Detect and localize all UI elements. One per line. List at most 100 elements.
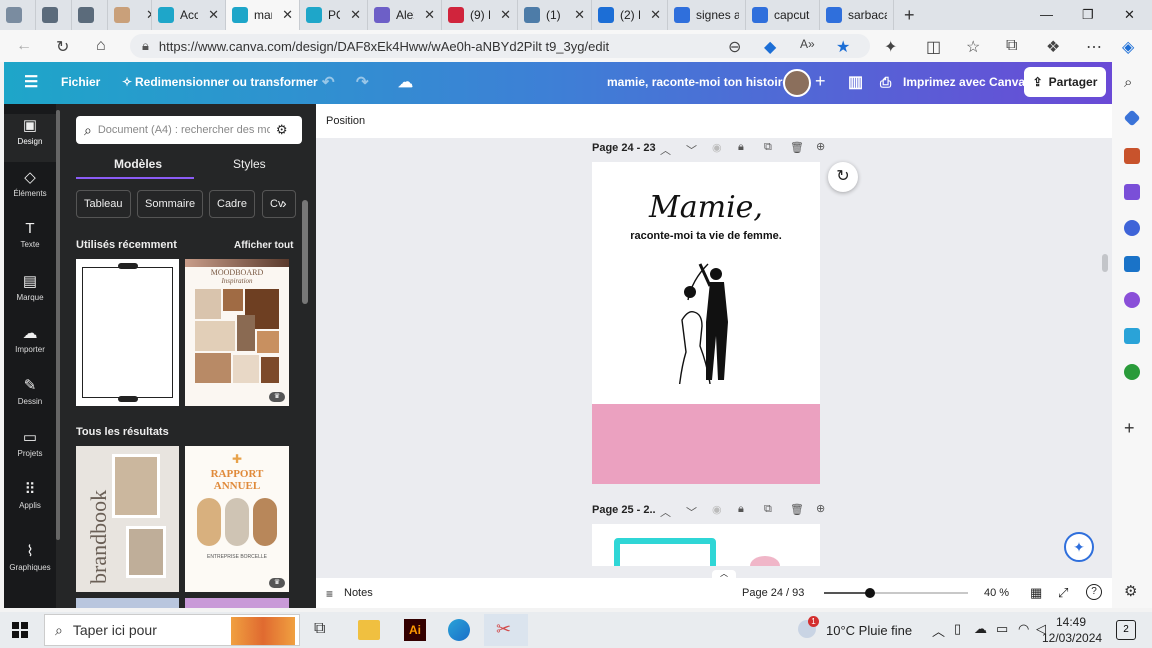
chevron-down-icon[interactable]: ﹀ [686, 142, 697, 158]
weather-text[interactable]: 10°C Pluie fine [826, 623, 912, 638]
sidebar-tree-icon[interactable] [1124, 364, 1140, 380]
sidebar-add-icon[interactable]: + [1124, 418, 1135, 439]
tray-device-icon[interactable]: ▯ [954, 621, 961, 637]
template-brandbook[interactable]: brandbook [76, 446, 179, 592]
grid-view-icon[interactable]: ▦ [1030, 585, 1042, 601]
rail-item-projets[interactable]: ▭ Projets [4, 426, 56, 474]
task-view-icon[interactable]: ⧉ [314, 620, 325, 638]
rail-item-importer[interactable]: ☁ Importer [4, 322, 56, 370]
browser-tab[interactable]: (1) Offre ✕ [518, 0, 592, 30]
add-page-icon[interactable]: ⊕ [816, 140, 825, 153]
rail-item-applis[interactable]: ⠿ Applis [4, 478, 56, 526]
performance-icon[interactable]: ❖ [1046, 37, 1060, 57]
extensions-icon[interactable]: ✦ [884, 37, 897, 57]
duplicate-page-icon[interactable]: ⧉ [764, 503, 772, 516]
cloud-save-icon[interactable]: ☁ [398, 73, 413, 91]
close-tab-icon[interactable]: ✕ [424, 7, 435, 23]
recent-template-blank-frame[interactable] [76, 259, 179, 406]
close-tab-icon[interactable]: ✕ [350, 7, 361, 23]
rail-item-texte[interactable]: T Texte [4, 218, 56, 266]
document-title[interactable]: mamie, raconte-moi ton histoire [607, 75, 789, 89]
script-title[interactable]: Mamie, [592, 190, 820, 225]
rail-item-design[interactable]: ▣ Design [4, 114, 56, 162]
cyan-frame[interactable] [614, 538, 716, 566]
sidebar-search-icon[interactable]: ⌕ [1124, 74, 1132, 91]
refresh-page-icon[interactable]: ↻ [828, 162, 858, 192]
expand-pages-handle[interactable]: ︿ [712, 570, 736, 578]
filter-icon[interactable]: ⚙ [276, 122, 288, 138]
template-thumb-partial[interactable] [185, 598, 289, 608]
page24-label[interactable]: Page 24 - 23 [592, 142, 656, 154]
browser-tab[interactable]: (2) Faceb ✕ [592, 0, 668, 30]
close-tab-icon[interactable]: ✕ [282, 7, 293, 23]
chip-tableau[interactable]: Tableau [76, 190, 131, 218]
delete-page-icon[interactable]: 🗑︎ [790, 141, 804, 154]
sidebar-tools-icon[interactable] [1124, 148, 1140, 164]
delete-page-icon[interactable]: 🗑︎ [790, 503, 804, 516]
clock-date[interactable]: 12/03/2024 [1042, 631, 1102, 645]
favorites-icon[interactable]: ☆ [966, 37, 980, 57]
address-bar[interactable]: 🔒︎ https://www.canva.com/design/DAF8xEk4… [130, 34, 870, 58]
magic-assistant-icon[interactable]: ✦ [1064, 532, 1094, 562]
undo-icon[interactable]: ↶ [322, 73, 335, 91]
browser-tab[interactable]: Mai✕ [108, 0, 152, 30]
chip-cv[interactable]: Cv [262, 190, 296, 218]
back-icon[interactable]: ← [16, 37, 32, 55]
subtitle[interactable]: raconte-moi ta vie de femme. [592, 230, 820, 242]
chevron-right-icon[interactable]: › [282, 195, 287, 211]
tab-styles[interactable]: Styles [233, 157, 266, 171]
canvas-scrollbar[interactable] [1102, 148, 1108, 572]
add-page-icon[interactable]: ⊕ [816, 502, 825, 515]
edge-browser-icon[interactable] [448, 619, 470, 641]
browser-tab[interactable]: Alex ✕ [368, 0, 442, 30]
restore-icon[interactable]: ❐ [1082, 7, 1094, 23]
tray-cloud-icon[interactable]: ☁ [974, 621, 987, 637]
sidebar-shopping-icon[interactable] [1123, 109, 1141, 127]
menu-icon[interactable]: ☰ [24, 72, 38, 92]
lock-page-icon[interactable]: 🔒︎ [738, 141, 744, 154]
share-button[interactable]: ⇪ Partager [1024, 67, 1106, 97]
print-button[interactable]: Imprimez avec Canva [903, 75, 1025, 89]
battery-icon[interactable]: ▭ [996, 621, 1008, 637]
hide-page-icon[interactable]: ◉ [712, 503, 722, 516]
notes-icon[interactable]: ≡ [326, 587, 333, 601]
copilot-icon[interactable]: ◈ [1122, 37, 1134, 57]
windows-start-icon[interactable] [12, 622, 28, 638]
close-tab-icon[interactable]: ✕ [574, 7, 585, 23]
wifi-icon[interactable]: ◠ [1018, 621, 1029, 637]
file-menu[interactable]: Fichier [61, 75, 100, 89]
favorite-star-icon[interactable]: ★ [836, 37, 850, 57]
browser-tab[interactable]: Acc ✕ [152, 0, 226, 30]
close-tab-icon[interactable]: ✕ [208, 7, 219, 23]
canvas-scroll-thumb[interactable] [1102, 254, 1108, 272]
rail-item-marque[interactable]: ▤ Marque [4, 270, 56, 318]
redo-icon[interactable]: ↷ [356, 73, 369, 91]
rail-item-dessin[interactable]: ✎ Dessin [4, 374, 56, 422]
zoom-slider[interactable] [824, 588, 968, 598]
chip-cadre[interactable]: Cadre [209, 190, 255, 218]
avatar[interactable] [783, 69, 811, 97]
browser-tab[interactable]: mar ✕ [226, 0, 300, 30]
extension-icon[interactable]: ◆ [764, 37, 776, 57]
browser-tab[interactable]: capcut lo [746, 0, 820, 30]
page25-label[interactable]: Page 25 - 2.. [592, 504, 656, 516]
reload-icon[interactable]: ↻ [56, 37, 69, 57]
pink-shape[interactable] [750, 556, 780, 566]
zoom-level[interactable]: 40 % [984, 587, 1009, 599]
duplicate-page-icon[interactable]: ⧉ [764, 141, 772, 154]
sidebar-settings-icon[interactable]: ⚙ [1124, 582, 1137, 600]
file-explorer-icon[interactable] [358, 620, 380, 640]
see-all-link[interactable]: Afficher tout [234, 240, 293, 251]
panel-scrollbar[interactable] [302, 200, 308, 304]
browser-tab[interactable]: sarbacan [820, 0, 894, 30]
help-icon[interactable]: ? [1086, 584, 1102, 600]
sidebar-outlook-icon[interactable] [1124, 256, 1140, 272]
position-button[interactable]: Position [326, 115, 365, 127]
read-aloud-icon[interactable]: A» [800, 37, 815, 51]
browser-tab[interactable]: (9) Pinter ✕ [442, 0, 518, 30]
new-tab-button[interactable]: + [894, 5, 925, 26]
taskbar-search-input[interactable]: ⌕ Taper ici pour [44, 614, 300, 646]
notifications-icon[interactable]: 2 [1116, 620, 1136, 640]
more-menu-icon[interactable]: ⋯ [1086, 37, 1102, 57]
template-thumb-partial[interactable] [76, 598, 179, 608]
